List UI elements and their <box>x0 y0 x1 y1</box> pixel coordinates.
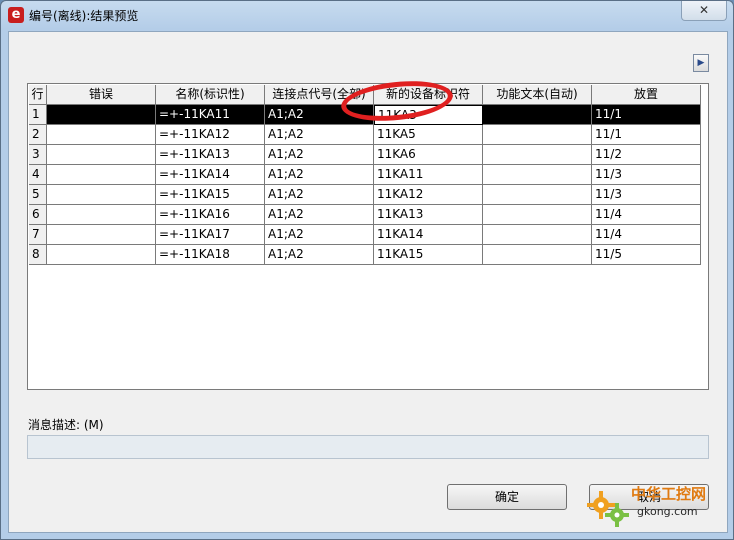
column-header[interactable]: 放置 <box>592 85 701 105</box>
row-number[interactable]: 1 <box>29 105 47 125</box>
row-number[interactable]: 4 <box>29 165 47 185</box>
column-header[interactable]: 功能文本(自动) <box>483 85 592 105</box>
results-table[interactable]: 行错误 名称(标识性) 连接点代号(全部) 新的设备标识符 功能文本(自动) 放置 1 =+-… <box>27 83 709 390</box>
cancel-button[interactable]: 取消 <box>589 484 709 510</box>
table-cell[interactable]: A1;A2 <box>265 145 374 165</box>
table-cell[interactable]: 11/2 <box>592 145 701 165</box>
row-number[interactable]: 8 <box>29 245 47 265</box>
table-cell[interactable]: 11KA14 <box>374 225 483 245</box>
table-cell[interactable] <box>483 105 592 125</box>
table-cell[interactable] <box>483 145 592 165</box>
table-cell[interactable]: =+-11KA11 <box>156 105 265 125</box>
table-cell[interactable]: 11KA11 <box>374 165 483 185</box>
table-cell[interactable]: 11KA12 <box>374 185 483 205</box>
table-cell[interactable]: =+-11KA16 <box>156 205 265 225</box>
table-cell[interactable] <box>483 185 592 205</box>
column-header[interactable]: 新的设备标识符 <box>374 85 483 105</box>
row-number[interactable]: 6 <box>29 205 47 225</box>
row-number[interactable]: 7 <box>29 225 47 245</box>
column-header[interactable]: 错误 <box>47 85 156 105</box>
table-cell[interactable]: 11/3 <box>592 165 701 185</box>
table-cell[interactable]: 11KA13 <box>374 205 483 225</box>
table-cell[interactable]: 11/1 <box>592 105 701 125</box>
title-bar[interactable]: e 编号(离线):结果预览 ✕ <box>1 1 733 29</box>
table-cell[interactable]: =+-11KA14 <box>156 165 265 185</box>
table-cell[interactable]: 11KA3 <box>374 105 483 125</box>
table-cell[interactable]: A1;A2 <box>265 185 374 205</box>
dialog-window: e 编号(离线):结果预览 ✕ ▶ 行错误 名称(标识性) 连接点代号(全部) 新的设… <box>0 0 734 540</box>
ok-button[interactable]: 确定 <box>447 484 567 510</box>
window-title: 编号(离线):结果预览 <box>29 9 139 23</box>
table-cell[interactable]: A1;A2 <box>265 245 374 265</box>
table-cell[interactable]: 11/1 <box>592 125 701 145</box>
table-cell[interactable]: A1;A2 <box>265 225 374 245</box>
message-label: 消息描述: (M) <box>28 418 104 432</box>
table-cell[interactable]: =+-11KA12 <box>156 125 265 145</box>
table-cell[interactable] <box>47 185 156 205</box>
table-cell[interactable]: 11KA15 <box>374 245 483 265</box>
table-cell[interactable]: 11/3 <box>592 185 701 205</box>
table-cell[interactable] <box>47 125 156 145</box>
column-header[interactable]: 连接点代号(全部) <box>265 85 374 105</box>
row-number[interactable]: 5 <box>29 185 47 205</box>
table-cell[interactable]: A1;A2 <box>265 205 374 225</box>
table-cell[interactable] <box>47 245 156 265</box>
table-cell[interactable]: A1;A2 <box>265 165 374 185</box>
table-cell[interactable] <box>47 225 156 245</box>
table-cell[interactable]: =+-11KA18 <box>156 245 265 265</box>
table-cell[interactable]: A1;A2 <box>265 125 374 145</box>
table-cell[interactable] <box>483 125 592 145</box>
table-cell[interactable]: 11/4 <box>592 205 701 225</box>
table-cell[interactable]: =+-11KA13 <box>156 145 265 165</box>
dialog-body: ▶ 行错误 名称(标识性) 连接点代号(全部) 新的设备标识符 功能文本(自动) 放置 1 =… <box>8 31 728 533</box>
column-header[interactable]: 行 <box>29 85 47 105</box>
table-cell[interactable]: 11/5 <box>592 245 701 265</box>
table-cell[interactable] <box>47 145 156 165</box>
column-header[interactable]: 名称(标识性) <box>156 85 265 105</box>
table-cell[interactable] <box>483 165 592 185</box>
message-field[interactable] <box>27 435 709 459</box>
row-number[interactable]: 2 <box>29 125 47 145</box>
table-cell[interactable]: 11KA5 <box>374 125 483 145</box>
table-cell[interactable]: A1;A2 <box>265 105 374 125</box>
table-cell[interactable]: =+-11KA17 <box>156 225 265 245</box>
table-cell[interactable] <box>47 105 156 125</box>
table-cell[interactable]: =+-11KA15 <box>156 185 265 205</box>
table-cell[interactable]: 11KA6 <box>374 145 483 165</box>
table-cell[interactable] <box>483 205 592 225</box>
app-logo-icon: e <box>8 7 24 23</box>
table-cell[interactable] <box>483 245 592 265</box>
table-cell[interactable]: 11/4 <box>592 225 701 245</box>
close-button[interactable]: ✕ <box>681 1 727 21</box>
table-cell[interactable] <box>483 225 592 245</box>
row-number[interactable]: 3 <box>29 145 47 165</box>
expand-arrow-icon[interactable]: ▶ <box>693 54 709 72</box>
table-cell[interactable] <box>47 165 156 185</box>
table-cell[interactable] <box>47 205 156 225</box>
